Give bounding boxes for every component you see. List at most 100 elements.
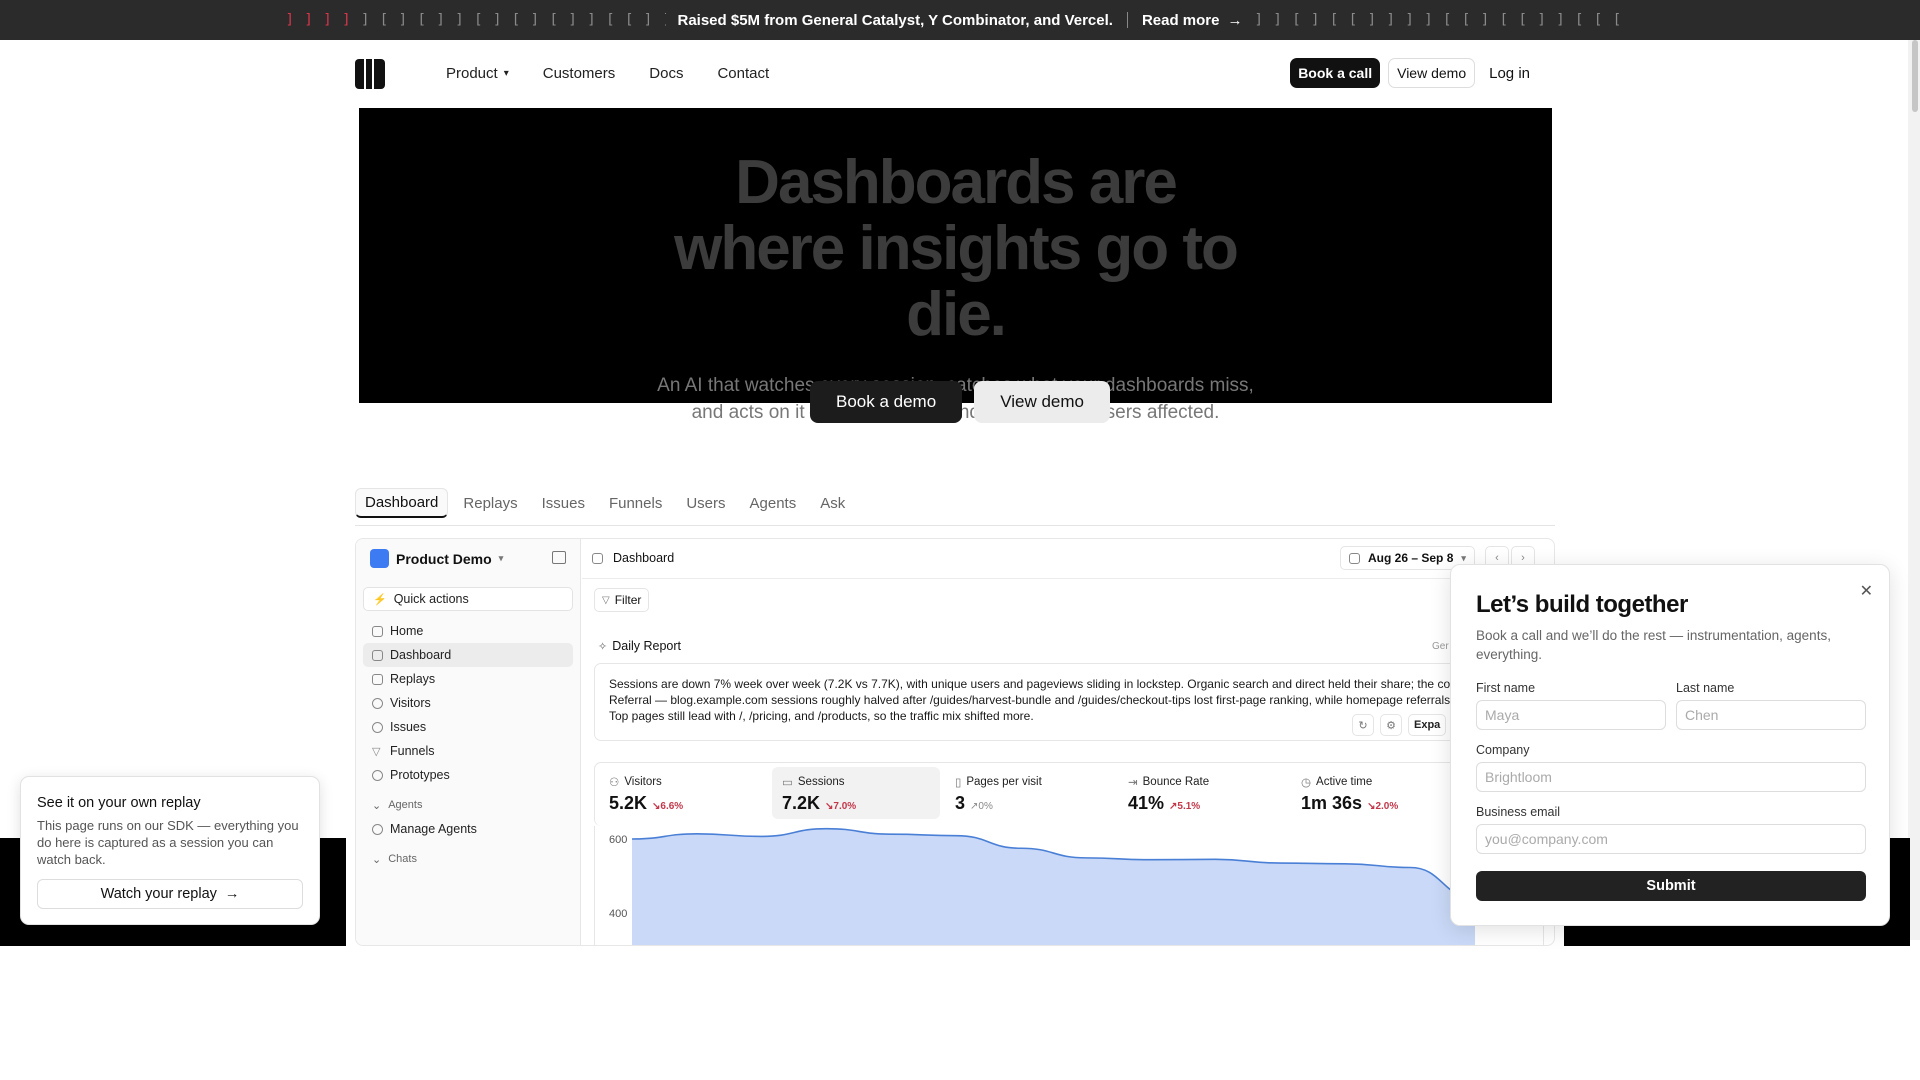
chevron-down-icon: ▾ [503,68,509,79]
metric-pages-per-visit[interactable]: ▯ Pages per visit 3 ↗0% [945,767,1113,819]
visitors-icon: ⚇ [609,777,620,789]
sidebar-group-chats[interactable]: ⌄ Chats [363,847,573,871]
report-actions: ↻ ⚙ Expa [1352,714,1447,736]
book-demo-button[interactable]: Book a demo [810,381,963,423]
filter-label: Filter [614,593,642,607]
sidebar-item-label: Visitors [390,696,431,710]
tab-dashboard[interactable]: Dashboard [355,488,449,518]
sessions-chart: 600 400 [594,826,1544,945]
quick-actions-button[interactable]: ⚡ Quick actions [363,587,573,611]
app-header: Dashboard Aug 26 – Sep 8 ▾ ‹ › [582,539,1554,579]
filter-icon: ▽ [602,594,610,606]
arrow-right-icon: → [224,886,240,902]
tab-ask[interactable]: Ask [811,488,854,518]
agent-icon [372,823,383,835]
email-field[interactable] [1476,824,1866,854]
metric-visitors[interactable]: ⚇ Visitors 5.2K ↘6.6% [599,767,767,819]
prototype-icon [372,769,383,781]
sidebar-item-label: Issues [390,720,427,734]
metric-value: 1m 36s [1301,793,1363,813]
app-main: Dashboard Aug 26 – Sep 8 ▾ ‹ › ▽ Filter … [582,539,1554,945]
sidebar-item-label: Manage Agents [390,822,477,836]
read-more-link[interactable]: Read more → [1142,12,1243,29]
nav-product[interactable]: Product ▾ [446,65,509,82]
metric-delta: ↘6.6% [652,801,684,812]
decorative-bars-left: ] ] ] ] ] [ ] [ ] ] [ ] [ ] [ ] ] [ [ ] … [285,12,666,28]
submit-button[interactable]: Submit [1476,871,1866,901]
read-more-label: Read more [1141,11,1220,29]
workspace-name: Product Demo [396,550,492,567]
tab-issues[interactable]: Issues [533,488,594,518]
chevron-down-icon: ⌄ [372,853,382,866]
sidebar-item-dashboard[interactable]: Dashboard [363,643,573,667]
contact-modal: ✕ Let’s build together Book a call and w… [1450,564,1890,926]
toast-text: This page runs on our SDK — everything y… [37,818,299,867]
nav-customers[interactable]: Customers [543,65,616,82]
sidebar-toggle-icon[interactable] [552,551,566,564]
page-icon: ▯ [955,777,962,789]
replay-icon [372,673,383,685]
metric-delta: ↗5.1% [1169,801,1201,812]
nav-links: Product ▾ Customers Docs Contact [446,65,769,82]
login-link[interactable]: Log in [1483,65,1536,82]
sidebar-item-issues[interactable]: Issues [363,715,573,739]
metric-bounce-rate[interactable]: ⇥ Bounce Rate 41% ↗5.1% [1118,767,1286,819]
tab-funnels[interactable]: Funnels [600,488,671,518]
expand-button[interactable]: Expa [1408,714,1447,736]
refresh-icon[interactable]: ↻ [1352,714,1374,736]
sidebar-item-home[interactable]: Home [363,619,573,643]
metric-active-time[interactable]: ◷ Active time 1m 36s ↘2.0% [1291,767,1459,819]
last-name-field[interactable] [1676,700,1866,730]
page-scrollbar[interactable] [1908,40,1920,940]
first-name-field[interactable] [1476,700,1666,730]
gear-icon[interactable]: ⚙ [1380,714,1402,736]
metric-sessions[interactable]: ▭ Sessions 7.2K ↘7.0% [772,767,940,819]
y-tick-label: 400 [609,908,627,920]
metric-label: Sessions [797,776,845,788]
top-nav: Product ▾ Customers Docs Contact Book a c… [0,40,1920,108]
dashboard-icon [372,649,383,661]
last-name-label: Last name [1676,681,1735,695]
sidebar-item-label: Prototypes [390,768,450,782]
metric-value: 5.2K [609,793,648,813]
nav-product-label: Product [446,65,498,82]
tab-replays[interactable]: Replays [454,488,526,518]
sidebar-item-funnels[interactable]: ▽ Funnels [363,739,573,763]
nav-docs[interactable]: Docs [649,65,683,82]
sidebar-group-label: Chats [388,853,417,865]
announcement-banner: ] ] ] ] ] [ ] [ ] ] [ ] [ ] [ ] ] [ [ ] … [0,0,1920,40]
sidebar-item-replays[interactable]: Replays [363,667,573,691]
hero-section: Dashboards are where insights go to die.… [359,108,1552,423]
sessions-icon: ▭ [782,777,793,789]
app-header-title: Dashboard [592,551,674,565]
y-tick-label: 600 [609,834,627,846]
sidebar-item-prototypes[interactable]: Prototypes [363,763,573,787]
modal-title: Let’s build together [1476,591,1688,618]
sidebar-item-manage-agents[interactable]: Manage Agents [363,817,573,841]
product-demo-app: Product Demo ▾ ⚡ Quick actions Home Dash… [355,538,1555,946]
sidebar-item-label: Replays [390,672,436,686]
first-name-label: First name [1476,681,1536,695]
nav-contact[interactable]: Contact [717,65,769,82]
tab-users[interactable]: Users [677,488,734,518]
company-field[interactable] [1476,762,1866,792]
toast-title: See it on your own replay [37,795,201,811]
watch-replay-button[interactable]: Watch your replay → [37,879,303,909]
sidebar-item-visitors[interactable]: Visitors [363,691,573,715]
workspace-switcher[interactable]: Product Demo ▾ [370,549,503,568]
view-demo-nav-button[interactable]: View demo [1388,58,1476,88]
banner-text: Raised $5M from General Catalyst, Y Comb… [677,11,1113,29]
sidebar-group-agents[interactable]: ⌄ Agents [363,793,573,817]
workspace-icon [370,549,389,568]
visitors-icon [372,697,383,709]
filter-button[interactable]: ▽ Filter [594,588,650,612]
tab-agents[interactable]: Agents [741,488,806,518]
book-call-button[interactable]: Book a call [1290,58,1381,88]
hero-title: Dashboards are where insights go to die. [674,148,1239,349]
logo-icon[interactable] [355,59,385,89]
chevron-down-icon: ▾ [1461,552,1466,563]
metric-value: 7.2K [782,793,821,813]
view-demo-button[interactable]: View demo [974,381,1110,423]
close-icon[interactable]: ✕ [1860,581,1873,601]
page-scrollbar-thumb[interactable] [1912,40,1918,112]
